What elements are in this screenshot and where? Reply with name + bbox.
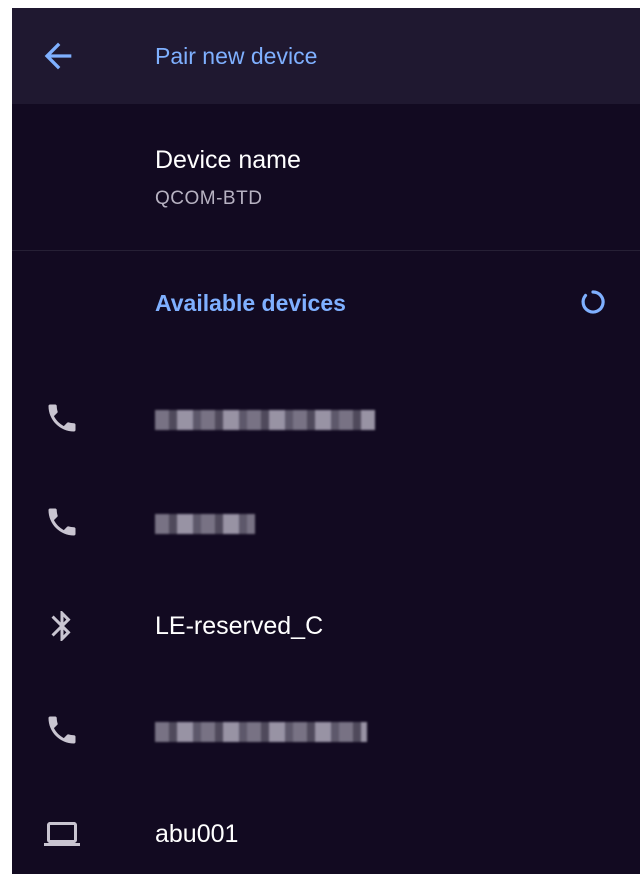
device-label: abu001 bbox=[155, 820, 239, 848]
device-list-item[interactable] bbox=[12, 470, 640, 574]
device-list-item[interactable]: LE-reserved_C bbox=[12, 574, 640, 678]
device-name-title: Device name bbox=[155, 146, 301, 174]
redacted-device-name bbox=[155, 722, 367, 742]
section-divider bbox=[12, 250, 640, 251]
device-name-value: QCOM-BTD bbox=[155, 188, 263, 209]
progress-spinner-icon bbox=[581, 290, 605, 314]
device-list-item[interactable]: abu001 bbox=[12, 782, 640, 874]
phone-icon bbox=[48, 404, 76, 432]
phone-icon bbox=[48, 716, 76, 744]
arrow-left-icon bbox=[44, 42, 72, 70]
redacted-device-name bbox=[155, 410, 375, 430]
back-button[interactable] bbox=[38, 36, 78, 76]
device-label: LE-reserved_C bbox=[155, 612, 324, 640]
available-devices-header: Available devices bbox=[155, 290, 346, 316]
device-name-preference[interactable]: Device name QCOM-BTD bbox=[12, 104, 640, 250]
page-title: Pair new device bbox=[155, 43, 318, 69]
bluetooth-icon bbox=[51, 611, 71, 641]
device-list-item[interactable] bbox=[12, 678, 640, 782]
phone-icon bbox=[48, 508, 76, 536]
laptop-icon bbox=[44, 822, 80, 846]
pair-new-device-screen: Pair new device Device name QCOM-BTD Ava… bbox=[12, 8, 640, 874]
app-bar: Pair new device bbox=[12, 8, 640, 104]
device-list-item[interactable] bbox=[12, 366, 640, 470]
redacted-device-name bbox=[155, 514, 255, 534]
